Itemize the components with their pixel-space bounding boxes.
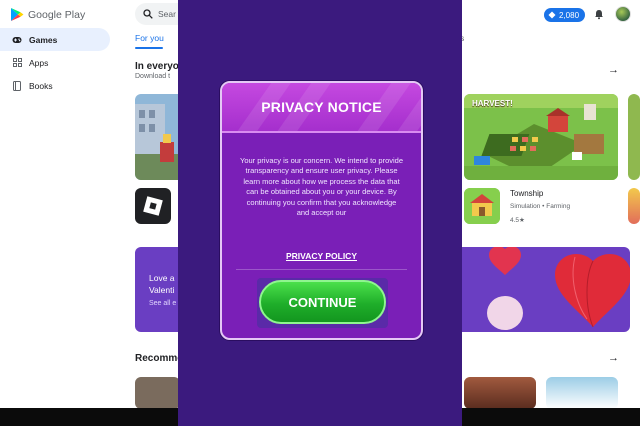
- banner-line-1: Love a: [149, 273, 175, 283]
- avatar-icon[interactable]: [615, 6, 631, 22]
- featured-game-title[interactable]: Township: [510, 189, 543, 198]
- app-name: Google Play: [28, 8, 86, 21]
- section-arrow-icon[interactable]: →: [608, 352, 619, 364]
- diamond-icon: [548, 11, 556, 19]
- featured-game-meta: Simulation • Farming: [510, 203, 571, 210]
- search-placeholder: Sear: [158, 9, 176, 19]
- sidebar-item-label: Books: [29, 80, 53, 91]
- privacy-notice-dialog: PRIVACY NOTICE Your privacy is our conce…: [220, 81, 423, 340]
- app-icon-right-partial[interactable]: [628, 188, 640, 224]
- bell-icon[interactable]: [594, 9, 604, 20]
- game-card-image-right-partial[interactable]: [628, 94, 640, 180]
- section-title-recommended: Recomme: [135, 353, 183, 364]
- google-play-logo[interactable]: Google Play: [10, 7, 85, 22]
- points-value: 2,080: [559, 10, 580, 20]
- active-tab-indicator: [135, 47, 163, 49]
- search-icon: [143, 9, 153, 19]
- featured-game-rating: 4.5★: [510, 217, 525, 224]
- sidebar: Google Play Games Apps Books: [0, 0, 118, 408]
- sidebar-item-games[interactable]: Games: [0, 28, 110, 51]
- dialog-divider: [236, 269, 407, 270]
- banner-see-all-link[interactable]: See all e: [149, 300, 176, 307]
- game-banner-text: HARVEST!: [472, 99, 513, 108]
- section-subtitle: Download t: [135, 73, 171, 80]
- section-arrow-icon[interactable]: →: [608, 64, 619, 76]
- book-icon: [12, 80, 22, 91]
- dialog-header: PRIVACY NOTICE: [222, 83, 421, 131]
- featured-game-image[interactable]: HARVEST!: [464, 94, 618, 180]
- township-app-icon[interactable]: [464, 188, 500, 224]
- recommended-card-2[interactable]: [464, 377, 536, 409]
- play-logo-icon: [11, 8, 24, 21]
- apps-grid-icon: [12, 58, 22, 68]
- recommended-card-3[interactable]: [546, 377, 618, 409]
- sidebar-item-apps[interactable]: Apps: [0, 51, 110, 74]
- section-title: In everyo: [135, 61, 179, 72]
- tab-for-you[interactable]: For you: [135, 33, 164, 43]
- continue-button[interactable]: CONTINUE: [259, 280, 386, 324]
- heart-balloons-illustration: [487, 247, 630, 330]
- dialog-body-text: Your privacy is our concern. We intend t…: [240, 156, 404, 218]
- recommended-card-1[interactable]: [135, 377, 180, 409]
- dialog-title: PRIVACY NOTICE: [261, 99, 382, 115]
- sidebar-item-label: Games: [29, 34, 58, 45]
- sidebar-item-label: Apps: [29, 57, 49, 68]
- header-divider: [222, 131, 421, 133]
- play-points-badge[interactable]: 2,080: [544, 8, 586, 22]
- banner-line-2: Valenti: [149, 285, 175, 295]
- gamepad-icon: [12, 35, 22, 45]
- privacy-policy-link[interactable]: PRIVACY POLICY: [222, 251, 421, 261]
- sidebar-item-books[interactable]: Books: [0, 74, 110, 97]
- roblox-app-icon[interactable]: [135, 188, 171, 224]
